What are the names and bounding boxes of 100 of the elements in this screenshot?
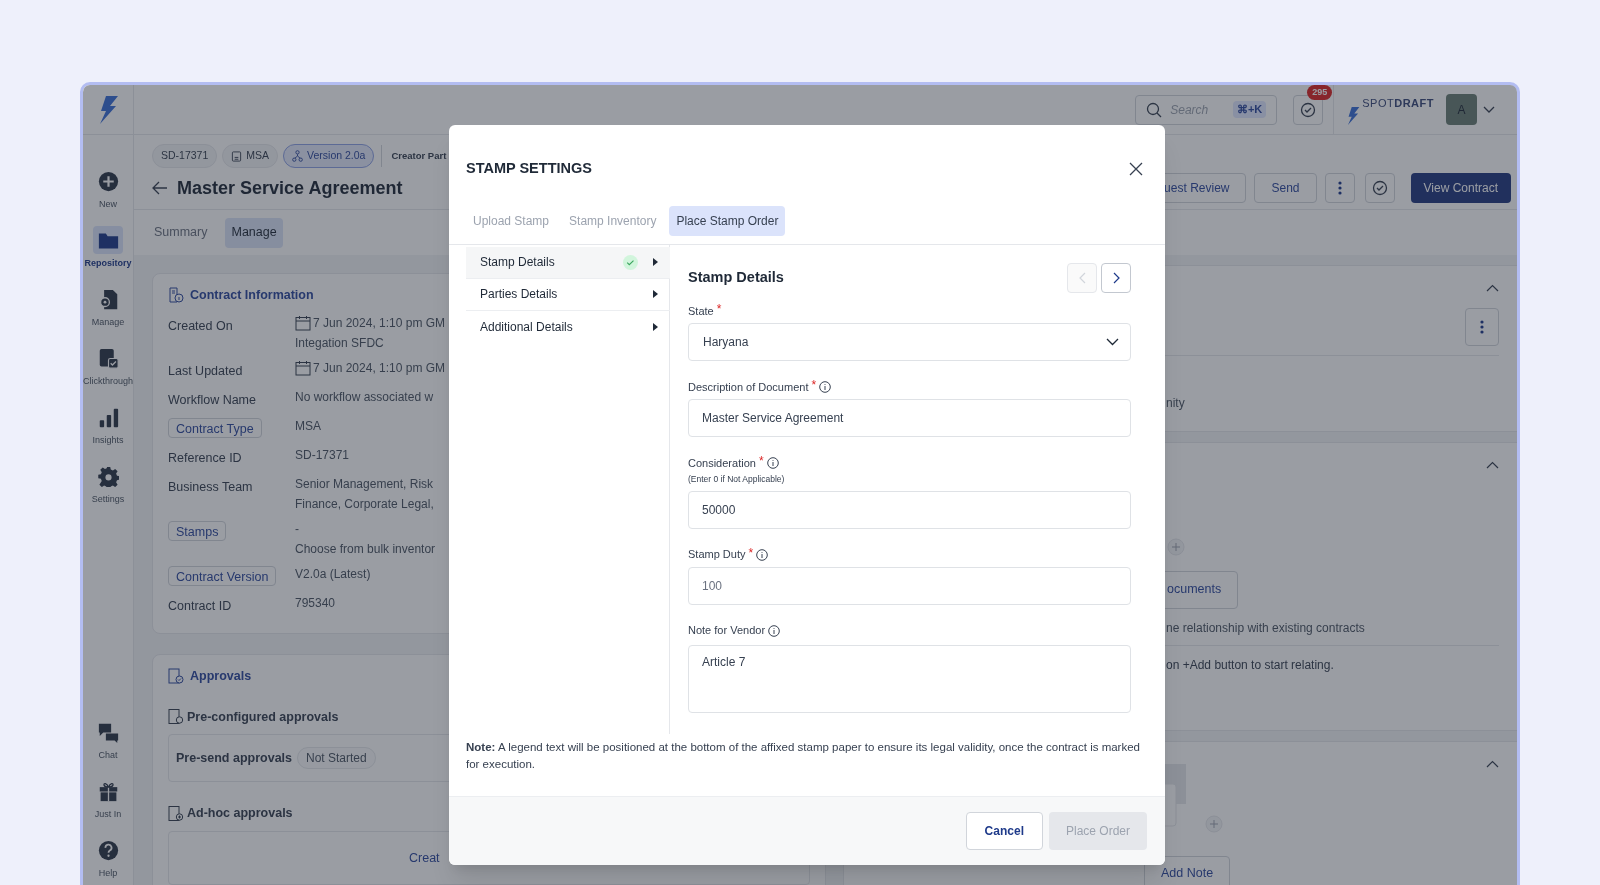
field-label: Contract ID — [168, 597, 232, 615]
field-value: No workflow associated w — [295, 388, 434, 406]
sidebar-item[interactable]: Just In — [83, 773, 134, 832]
view-contract-button[interactable]: View Contract — [1410, 173, 1511, 203]
field-label: Consideration — [688, 455, 756, 471]
field-label: Description of Document — [688, 379, 809, 395]
chevron-right-icon — [1112, 271, 1120, 284]
step-item[interactable]: Parties Details — [466, 278, 670, 311]
more-button[interactable] — [1465, 308, 1499, 346]
field-value: 795340 — [295, 594, 336, 612]
contract-pill[interactable]: MSA — [222, 144, 279, 168]
gift-icon — [97, 780, 119, 802]
calendar-icon — [295, 314, 311, 331]
sidebar-item[interactable]: Settings — [83, 458, 134, 517]
branch-icon — [292, 150, 304, 162]
close-icon — [1129, 161, 1143, 176]
brand-logo: SPOTDRAFT — [1362, 95, 1434, 111]
step-item[interactable]: Stamp Details — [466, 246, 670, 279]
tab[interactable]: Summary — [148, 217, 214, 248]
cancel-button[interactable]: Cancel — [965, 811, 1043, 850]
shortcut-key: ⌘+K — [1232, 101, 1267, 118]
field-value: Senior Management, Risk — [295, 475, 434, 493]
next-button[interactable] — [1101, 262, 1131, 293]
note-textarea[interactable]: Article 7 — [688, 644, 1131, 713]
field-tag: Stamps — [168, 520, 227, 541]
action-button[interactable]: Send — [1254, 173, 1317, 203]
help-icon — [97, 839, 119, 861]
approve-button[interactable] — [1364, 173, 1395, 203]
page-title: Master Service Agreement — [177, 176, 403, 200]
field-label: Business Team — [168, 478, 253, 496]
approvals-icon — [168, 668, 184, 685]
info-icon — [819, 380, 832, 393]
chevron-down-icon — [1106, 337, 1119, 346]
required-mark: * — [748, 544, 754, 562]
create-button[interactable]: Creat — [409, 848, 440, 868]
kebab-icon — [1480, 320, 1484, 334]
chat-icon — [97, 721, 119, 743]
more-button[interactable] — [1324, 173, 1355, 203]
input-field[interactable]: Master Service Agreement — [688, 398, 1131, 437]
caret-right-icon — [653, 322, 658, 331]
field-value: Choose from bulk inventor — [295, 540, 436, 558]
dialog-title: STAMP SETTINGS — [466, 159, 592, 178]
search-icon — [1146, 101, 1163, 118]
section-title: Approvals — [190, 667, 252, 685]
note-text: Note: A legend text will be positioned at the bottom of the affixed stamp paper to ensure its legal validity, once the contract is marked for execution. — [465, 739, 1141, 772]
back-arrow-icon — [152, 181, 168, 195]
tab[interactable]: Place Stamp Order — [669, 205, 786, 236]
field-label: State — [688, 303, 714, 319]
panel-text: on +Add button to start relating. — [1166, 656, 1335, 674]
sidebar-item[interactable]: Insights — [83, 399, 134, 458]
creator-party-label: Creator Part — [391, 148, 447, 163]
chevron-up-icon — [1486, 460, 1499, 469]
input-field[interactable]: 50000 — [688, 490, 1131, 529]
sidebar-item[interactable]: Chat — [83, 714, 134, 773]
sidebar-item[interactable]: Help — [83, 832, 134, 885]
field-tag: Contract Version — [168, 565, 277, 586]
calendar-icon — [295, 359, 311, 376]
tab[interactable]: Upload Stamp — [466, 205, 557, 236]
sidebar-item[interactable]: Repository — [83, 222, 134, 281]
section-title: Contract Information — [190, 287, 314, 304]
tab[interactable]: Manage — [225, 217, 283, 248]
panel-text: nity — [1166, 395, 1186, 412]
chevron-up-icon — [1486, 284, 1499, 292]
step-item[interactable]: Additional Details — [466, 310, 670, 343]
tab[interactable]: Stamp Inventory — [562, 205, 664, 236]
field-hint: (Enter 0 if Not Applicable) — [688, 472, 786, 486]
document-check-icon — [97, 347, 119, 369]
field-value: MSA — [295, 417, 321, 435]
plus-icon — [97, 170, 119, 192]
info-icon — [756, 548, 769, 561]
bar-chart-icon — [97, 406, 119, 428]
contract-pill[interactable]: SD-17371 — [152, 144, 218, 168]
subsection-title: Ad-hoc approvals — [187, 805, 293, 823]
lightning-logo-icon — [1346, 106, 1361, 125]
close-button[interactable] — [1129, 160, 1145, 177]
document-icon — [231, 150, 243, 162]
chevron-up-icon — [1486, 760, 1499, 768]
panel-text: ne relationship with existing contracts — [1166, 619, 1366, 637]
state-dropdown[interactable]: Haryana — [688, 322, 1131, 361]
field-value: - — [295, 520, 299, 538]
check-circle-icon — [1300, 101, 1317, 118]
field-value: 7 Jun 2024, 1:10 pm GM — [313, 359, 446, 377]
caret-right-icon — [653, 258, 658, 267]
field-label: Last Updated — [168, 362, 243, 380]
check-circle-icon — [1371, 180, 1388, 196]
caret-right-icon — [653, 290, 658, 299]
approvals-plus-icon — [168, 805, 184, 823]
chevron-left-icon — [1078, 271, 1086, 284]
field-tag: Contract Type — [168, 417, 262, 438]
field-label: Created On — [168, 317, 233, 335]
approval-label: Pre-send approvals — [176, 749, 292, 767]
form-heading: Stamp Details — [688, 267, 784, 287]
sidebar-item[interactable]: Manage — [83, 281, 134, 340]
info-icon — [768, 624, 781, 637]
sidebar-item[interactable]: Clickthrough — [83, 340, 134, 399]
chevron-down-icon — [1483, 105, 1495, 114]
kebab-icon — [1337, 181, 1342, 195]
contract-pill[interactable]: Version 2.0a — [283, 144, 375, 168]
field-value: Integation SFDC — [295, 334, 384, 352]
sidebar-item[interactable]: New — [83, 163, 134, 222]
